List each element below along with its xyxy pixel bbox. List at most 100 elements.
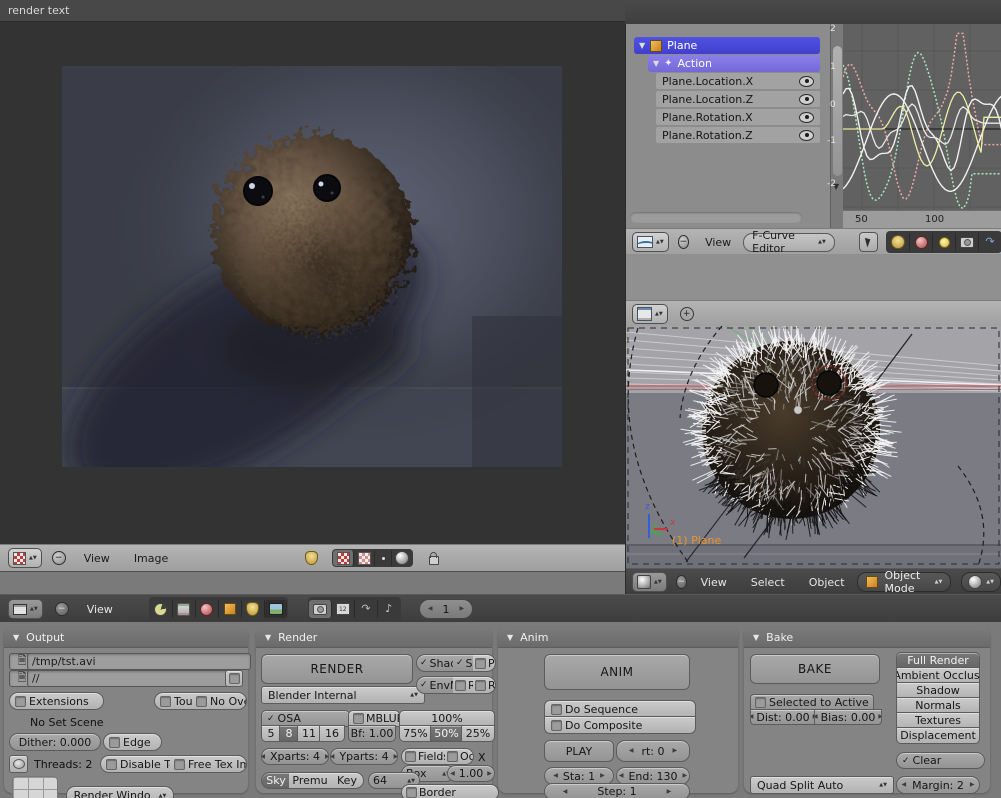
menu-view[interactable]: View [689,576,739,589]
do-composite-toggle[interactable]: Do Composite [544,716,696,734]
editor-type-button-buttons[interactable]: ▲▼ [8,599,43,619]
mode-dropdown[interactable]: Object Mode ▲▼ [857,572,952,592]
image-dot-button[interactable] [375,550,392,566]
collapse-menu-button[interactable]: − [55,602,69,616]
visibility-eye-icon[interactable] [799,130,814,141]
render-display-grid[interactable] [12,776,58,798]
menu-view[interactable]: View [75,603,125,616]
free-tex-toggle[interactable]: Free Tex Imag [170,755,247,773]
step-stepper[interactable]: ◀Step: 1▶ [544,783,690,798]
mouse-threads-button[interactable] [9,755,28,773]
visibility-eye-icon[interactable] [799,94,814,105]
visibility-eye-icon[interactable] [799,76,814,87]
no-overwrite-toggle[interactable]: No Overwrit [192,692,247,710]
render-panel-header[interactable]: ▼ Render [256,627,492,648]
bake-button[interactable]: BAKE [750,654,880,684]
collapse-menu-button[interactable]: − [676,575,687,589]
camera-filter-button[interactable] [956,233,979,251]
image-draw-button[interactable] [333,550,354,566]
radio-toggle[interactable]: Radi [473,676,496,694]
material-filter-button[interactable] [910,233,933,251]
anim-panel-header[interactable]: ▼ Anim [498,627,738,648]
premul-button[interactable]: Premu [289,772,332,789]
add-button[interactable]: + [680,307,694,321]
menu-select[interactable]: Select [739,576,797,589]
pin-icon[interactable] [305,551,318,565]
render-button[interactable]: RENDER [261,654,413,684]
dither-slider[interactable]: Dither: 0.000 [9,733,101,751]
rt-stepper[interactable]: ◀rt: 0▶ [616,740,690,762]
menu-view[interactable]: View [72,552,122,565]
channel-row[interactable]: Plane.Rotation.X [656,109,820,125]
channel-row[interactable]: Plane.Location.Z [656,91,820,107]
key-button[interactable]: Key [331,772,364,789]
bias-stepper[interactable]: ◀Bias: 0.00▶ [814,709,882,725]
expand-triangle-icon[interactable]: ▼ [653,59,659,68]
sound-subcontext-button[interactable]: ♪ [378,600,400,618]
editor-mode-dropdown[interactable]: F-Curve Editor ▲▼ [743,233,835,252]
panel-collapse-icon[interactable]: ▼ [507,633,513,642]
driver-button[interactable]: ↷ [979,233,1001,251]
object-context-button[interactable] [219,600,242,618]
shadow-toggle[interactable]: ✓Shad [416,654,458,672]
xparts-stepper[interactable]: ◀Xparts: 4▶ [261,748,329,765]
cursor-tool-button[interactable] [859,232,878,252]
border-toggle[interactable]: Border [401,784,499,798]
anim-subcontext-button[interactable]: 12 [332,600,355,618]
channel-action-row[interactable]: ▼ ✦ Action [648,55,820,72]
fields-toggle[interactable]: Fields [401,748,450,765]
channel-hscrollbar[interactable] [630,212,802,223]
envmap-toggle[interactable]: ✓EnvM [416,676,458,694]
logic-context-button[interactable] [150,600,173,618]
edge-toggle[interactable]: Edge [103,733,162,751]
disable-tex-toggle[interactable]: Disable Te [100,755,177,773]
shading-dropdown[interactable]: ▲▼ [961,572,1001,592]
quad-split-dropdown[interactable]: Quad Split Auto▲▼ [750,776,894,794]
yparts-stepper[interactable]: ◀Yparts: 4▶ [330,748,398,765]
anim-button[interactable]: ANIM [544,654,690,690]
osa-11-button[interactable]: 11 [297,725,321,742]
collapse-menu-button[interactable]: − [678,235,689,249]
proportional-edit-button[interactable] [887,233,910,251]
backbuf-toggle-button[interactable] [225,670,243,687]
channel-object-row[interactable]: ▼ Plane [634,37,820,54]
stepper-left-icon[interactable]: ◀ [428,606,433,612]
lock-icon[interactable] [429,556,439,565]
bake-panel-header[interactable]: ▼ Bake [744,627,990,648]
panel-collapse-icon[interactable]: ▼ [265,633,271,642]
dist-stepper[interactable]: ◀Dist: 0.00▶ [750,709,816,725]
curve-subcontext-button[interactable]: ↷ [355,600,378,618]
menu-object[interactable]: Object [797,576,857,589]
output-panel-header[interactable]: ▼ Output [4,627,248,648]
fcurve-vscrollbar[interactable]: ▼ [830,24,843,228]
clear-toggle[interactable]: ✓Clear [896,752,985,769]
editor-type-button-fcurve[interactable]: ▲▼ [632,232,669,252]
stepper-right-icon[interactable]: ▶ [459,606,464,612]
frame-number-stepper[interactable]: ◀ 1 ▶ [419,599,473,619]
panel-collapse-icon[interactable]: ▼ [753,633,759,642]
osa-16-button[interactable]: 16 [319,725,345,742]
image-sphere-button[interactable] [392,550,412,566]
collapse-menu-button[interactable]: − [52,551,66,565]
channel-row[interactable]: Plane.Location.X [656,73,820,89]
editor-type-button-image[interactable]: ▲▼ [8,548,42,568]
lamp-filter-button[interactable] [933,233,956,251]
script-context-button[interactable] [173,600,196,618]
scene-context-button[interactable] [265,600,287,618]
osa-5-button[interactable]: 5 [261,725,281,742]
margin-stepper[interactable]: ◀Margin: 2▶ [896,776,980,794]
panel-collapse-icon[interactable]: ▼ [13,633,19,642]
channel-row[interactable]: Plane.Rotation.Z [656,127,820,143]
image-alpha-button[interactable] [354,550,375,566]
engine-dropdown[interactable]: Blender Internal▲▼ [261,686,425,704]
menu-image[interactable]: Image [122,552,180,565]
fcurve-graph[interactable] [843,24,1001,210]
size-25-button[interactable]: 25% [461,725,495,742]
size-50-button[interactable]: 50% [430,725,463,742]
menu-view[interactable]: View [693,236,743,249]
osa-8-button[interactable]: 8 [279,725,299,742]
bf-value[interactable]: Bf: 1.00 [348,725,396,742]
render-subcontext-button[interactable] [309,600,332,618]
sky-button[interactable]: Sky [261,772,291,789]
pano-toggle[interactable]: Pano [473,654,496,672]
